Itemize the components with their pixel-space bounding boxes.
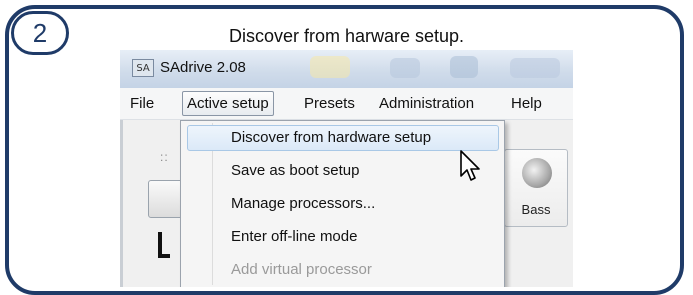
window-title: SAdrive 2.08	[160, 59, 246, 76]
app-screenshot: SA SAdrive 2.08 File Active setup Preset…	[120, 50, 573, 287]
bass-button[interactable]: Bass	[504, 149, 568, 227]
menu-bar: File Active setup Presets Administration…	[120, 88, 573, 120]
mouse-pointer-icon	[460, 150, 480, 181]
speaker-icon	[522, 158, 552, 188]
menu-administration[interactable]: Administration	[379, 95, 474, 112]
window-titlebar: SA SAdrive 2.08	[120, 50, 573, 88]
menu-item-manage-processors[interactable]: Manage processors...	[231, 195, 375, 212]
bass-label: Bass	[521, 202, 551, 217]
menu-item-offline-mode[interactable]: Enter off-line mode	[231, 228, 357, 245]
menu-help[interactable]: Help	[511, 95, 542, 112]
menu-item-discover[interactable]: Discover from hardware setup	[231, 129, 431, 146]
app-icon: SA	[132, 59, 154, 77]
menu-item-add-virtual: Add virtual processor	[231, 261, 372, 278]
menu-item-save-boot[interactable]: Save as boot setup	[231, 162, 359, 179]
menu-presets[interactable]: Presets	[304, 95, 355, 112]
step-caption: Discover from harware setup.	[228, 26, 465, 46]
window-left-edge	[120, 120, 123, 287]
partial-glyph-foot	[158, 254, 170, 258]
menu-file[interactable]: File	[130, 95, 154, 112]
menu-active-setup[interactable]: Active setup	[182, 91, 274, 116]
active-setup-dropdown: Discover from hardware setup Save as boo…	[180, 120, 505, 287]
toolbar-grip-icon: ::	[160, 150, 169, 164]
